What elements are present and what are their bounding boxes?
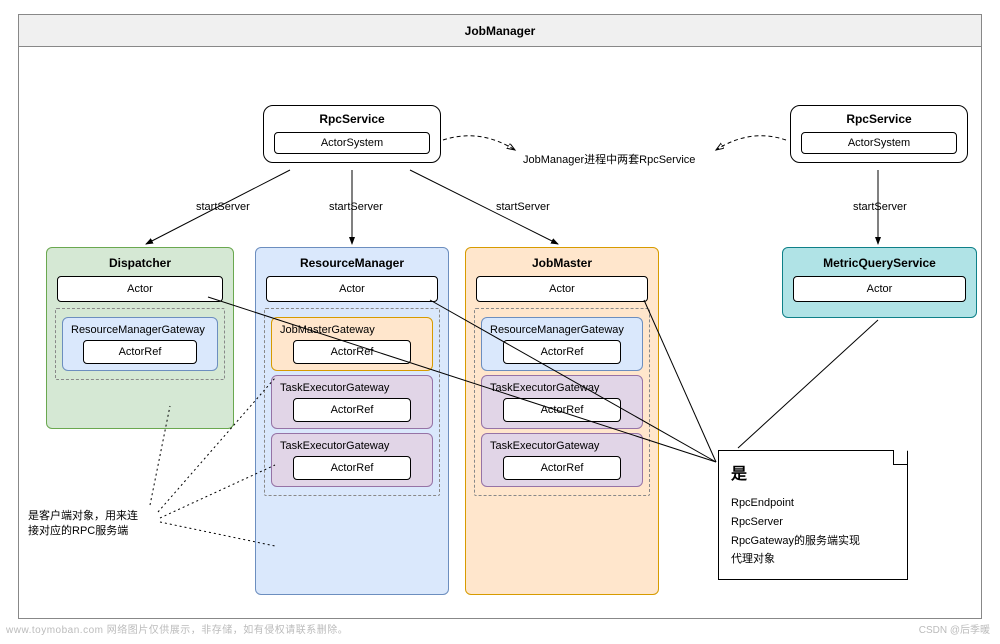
jm-actor: Actor	[476, 276, 648, 302]
rm-gateway-jobmaster-title: JobMasterGateway	[278, 322, 426, 340]
dispatcher-gateway-rm-ref: ActorRef	[83, 340, 197, 364]
caption-l1: 是客户端对象，用来连	[28, 510, 138, 522]
rm-gateway-te2-ref: ActorRef	[293, 456, 411, 480]
rpc-service-1-actor-system: ActorSystem	[274, 132, 430, 154]
jm-gateway-te2-title: TaskExecutorGateway	[488, 438, 636, 456]
note-head: 是	[731, 461, 895, 488]
mqs-actor: Actor	[793, 276, 966, 302]
footer-left: www.toymoban.com 网络图片仅供展示，非存储，如有侵权请联系删除。	[6, 621, 348, 636]
dispatcher-actor: Actor	[57, 276, 223, 302]
rpc-service-2-actor-system: ActorSystem	[801, 132, 957, 154]
jm-gateway-rm: ResourceManagerGateway ActorRef	[481, 317, 643, 371]
jm-gateway-te2: TaskExecutorGateway ActorRef	[481, 433, 643, 487]
jm-gateways: ResourceManagerGateway ActorRef TaskExec…	[474, 308, 650, 496]
rpc-service-2-title: RpcService	[791, 106, 967, 130]
rm-title: ResourceManager	[262, 254, 442, 276]
note-l3: RpcGateway的服务端实现	[731, 532, 895, 551]
start-server-2: startServer	[329, 201, 383, 213]
rpc-service-1: RpcService ActorSystem	[263, 105, 441, 163]
caption-l2: 接对应的RPC服务端	[28, 525, 128, 537]
dispatcher-gateway-rm-title: ResourceManagerGateway	[69, 322, 211, 340]
mid-note: JobManager进程中两套RpcService	[523, 151, 695, 167]
start-server-4: startServer	[853, 201, 907, 213]
jm-gateway-rm-title: ResourceManagerGateway	[488, 322, 636, 340]
jm-gateway-te1-title: TaskExecutorGateway	[488, 380, 636, 398]
metric-query-service: MetricQueryService Actor	[782, 247, 977, 318]
rm-gateway-jobmaster-ref: ActorRef	[293, 340, 411, 364]
job-master: JobMaster Actor ResourceManagerGateway A…	[465, 247, 659, 595]
header-title: JobManager	[465, 24, 536, 38]
rm-gateway-te1-ref: ActorRef	[293, 398, 411, 422]
rm-gateway-te2-title: TaskExecutorGateway	[278, 438, 426, 456]
rpc-service-2: RpcService ActorSystem	[790, 105, 968, 163]
rm-gateways: JobMasterGateway ActorRef TaskExecutorGa…	[264, 308, 440, 496]
start-server-3: startServer	[496, 201, 550, 213]
header-bar: JobManager	[19, 15, 981, 47]
jm-gateway-te2-ref: ActorRef	[503, 456, 621, 480]
jm-gateway-te1-ref: ActorRef	[503, 398, 621, 422]
start-server-1: startServer	[196, 201, 250, 213]
note-box: 是 RpcEndpoint RpcServer RpcGateway的服务端实现…	[718, 450, 908, 580]
rm-actor: Actor	[266, 276, 438, 302]
resource-manager: ResourceManager Actor JobMasterGateway A…	[255, 247, 449, 595]
rm-gateway-te1-title: TaskExecutorGateway	[278, 380, 426, 398]
jm-title: JobMaster	[472, 254, 652, 276]
jm-gateway-te1: TaskExecutorGateway ActorRef	[481, 375, 643, 429]
rpc-service-1-title: RpcService	[264, 106, 440, 130]
note-l1: RpcEndpoint	[731, 494, 895, 513]
left-caption: 是客户端对象，用来连 接对应的RPC服务端	[28, 509, 178, 540]
mqs-title: MetricQueryService	[789, 254, 970, 276]
note-l2: RpcServer	[731, 513, 895, 532]
rm-gateway-jobmaster: JobMasterGateway ActorRef	[271, 317, 433, 371]
note-l4: 代理对象	[731, 550, 895, 569]
dispatcher-gateway-rm: ResourceManagerGateway ActorRef	[62, 317, 218, 371]
jm-gateway-rm-ref: ActorRef	[503, 340, 621, 364]
rm-gateway-te1: TaskExecutorGateway ActorRef	[271, 375, 433, 429]
dispatcher-title: Dispatcher	[53, 254, 227, 276]
footer-right: CSDN @后季暖	[919, 621, 990, 636]
dispatcher-gateways: ResourceManagerGateway ActorRef	[55, 308, 225, 380]
dispatcher: Dispatcher Actor ResourceManagerGateway …	[46, 247, 234, 429]
rm-gateway-te2: TaskExecutorGateway ActorRef	[271, 433, 433, 487]
